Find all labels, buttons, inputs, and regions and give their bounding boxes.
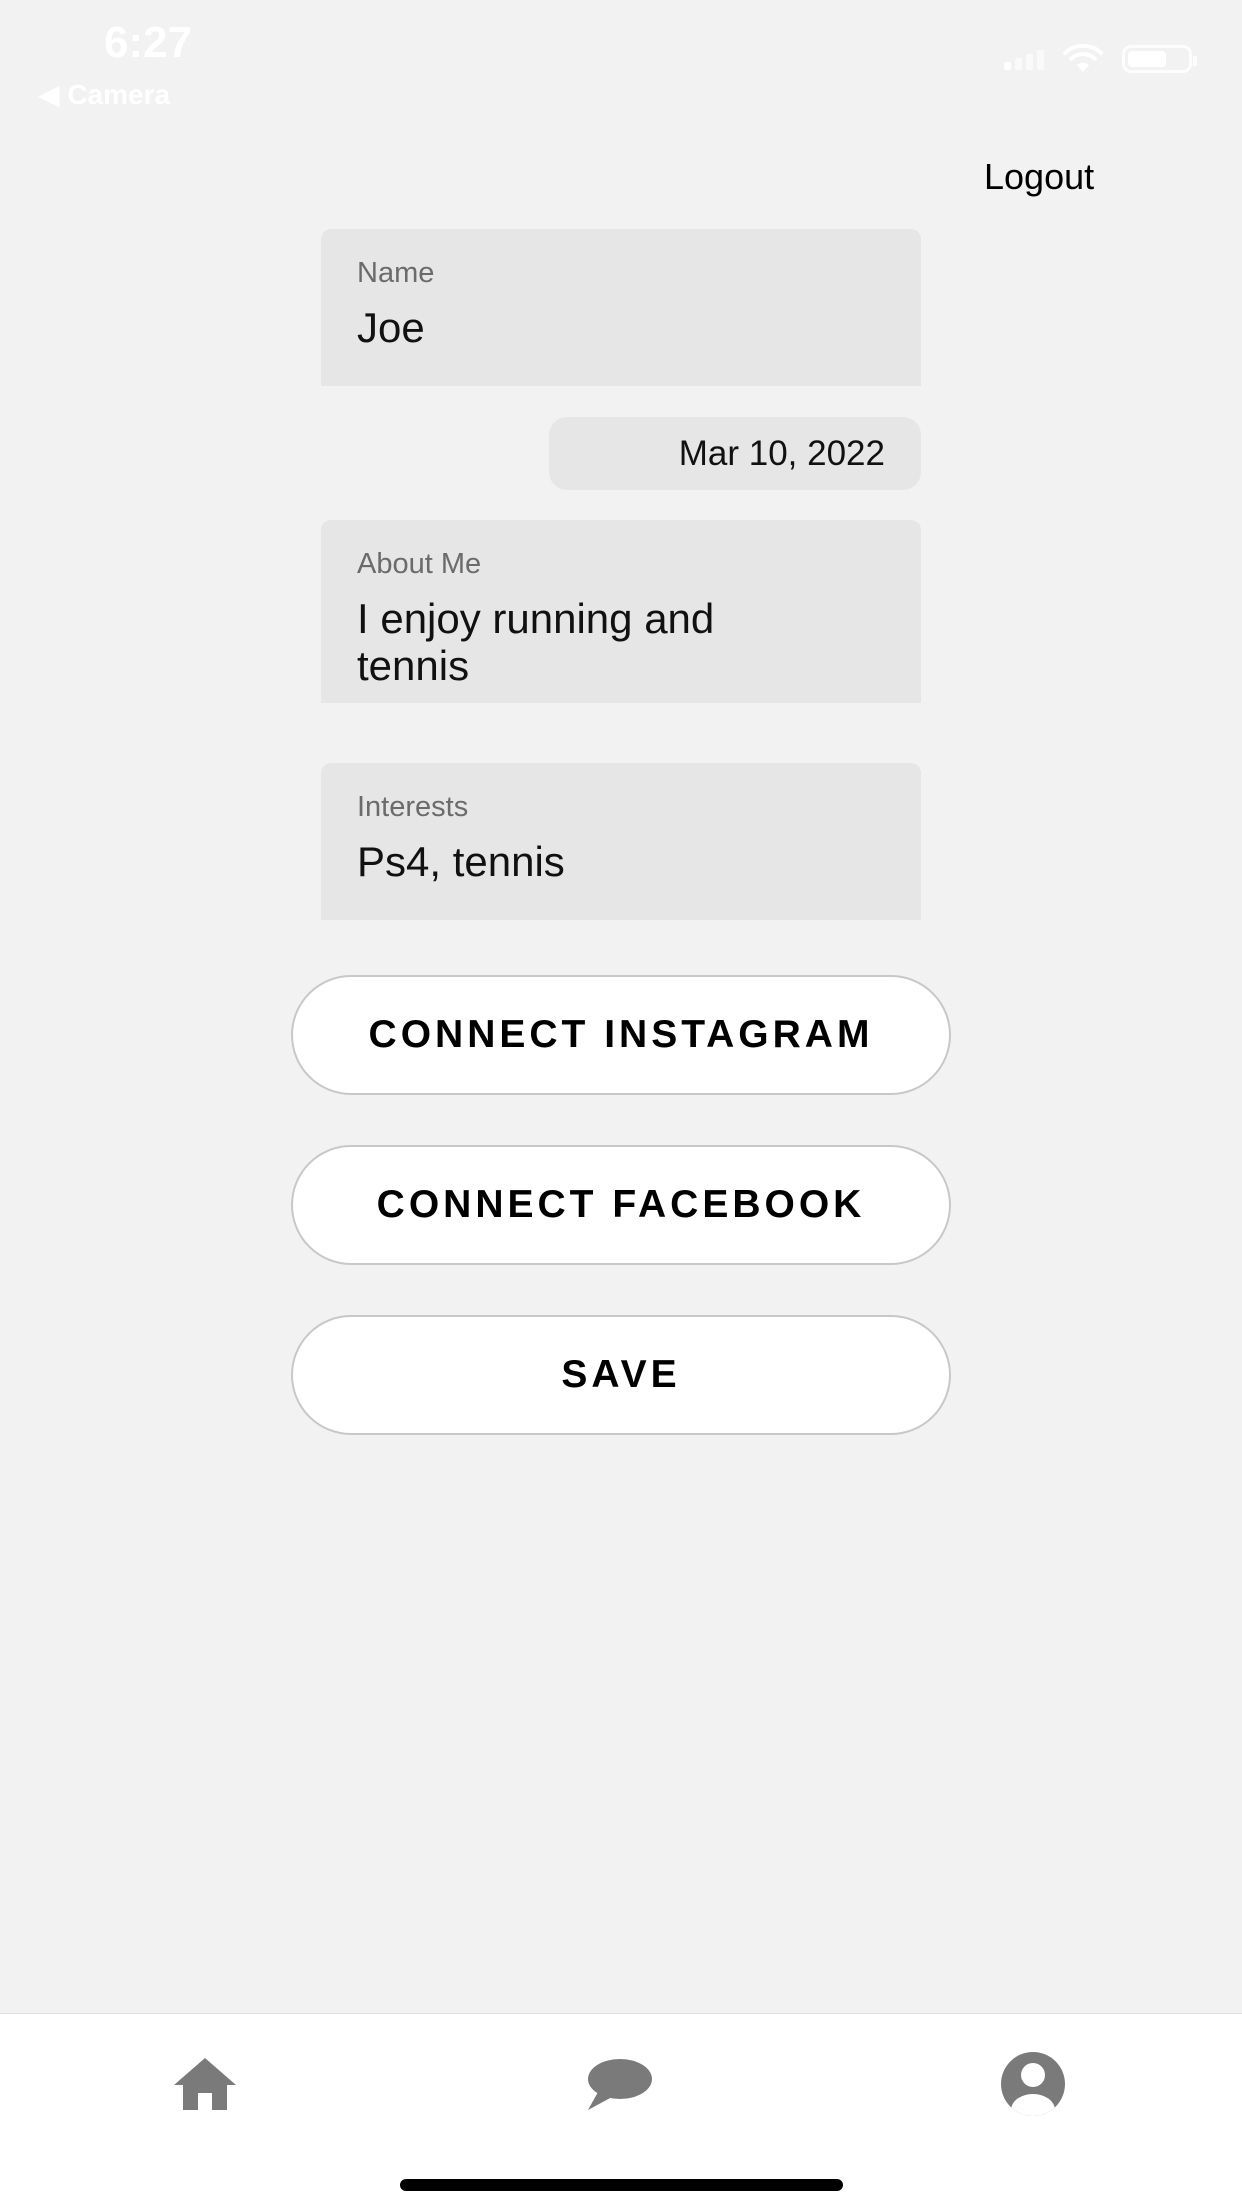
wifi-icon bbox=[1063, 44, 1103, 72]
name-field-value[interactable]: Joe bbox=[357, 304, 885, 351]
about-me-field-value[interactable]: I enjoy running and tennis bbox=[357, 595, 817, 689]
cellular-signal-icon bbox=[1004, 48, 1044, 70]
tab-home[interactable] bbox=[145, 2044, 265, 2124]
back-to-camera-link[interactable]: ◀ Camera bbox=[38, 78, 170, 111]
profile-icon bbox=[1001, 2052, 1065, 2116]
date-picker-value[interactable]: Mar 10, 2022 bbox=[679, 434, 885, 474]
name-field-label: Name bbox=[357, 257, 435, 289]
home-icon bbox=[174, 2058, 236, 2110]
tab-chat[interactable] bbox=[559, 2044, 679, 2124]
chat-icon bbox=[588, 2059, 652, 2110]
status-icons bbox=[1004, 44, 1197, 74]
about-me-field[interactable]: About Me I enjoy running and tennis bbox=[321, 520, 921, 703]
status-time: 6:27 bbox=[104, 18, 193, 67]
connect-instagram-button[interactable]: CONNECT INSTAGRAM bbox=[291, 975, 951, 1095]
interests-field-value[interactable]: Ps4, tennis bbox=[357, 838, 885, 885]
home-indicator bbox=[400, 2179, 843, 2191]
about-me-field-label: About Me bbox=[357, 548, 482, 580]
interests-field-label: Interests bbox=[357, 791, 469, 823]
connect-facebook-button[interactable]: CONNECT FACEBOOK bbox=[291, 1145, 951, 1265]
battery-icon bbox=[1122, 45, 1197, 73]
tab-bar bbox=[0, 2013, 1242, 2209]
name-field[interactable]: Name Joe bbox=[321, 229, 921, 386]
date-picker[interactable]: Mar 10, 2022 bbox=[549, 417, 921, 490]
status-bar: 6:27 ◀ Camera bbox=[0, 0, 1242, 120]
logout-link[interactable]: Logout bbox=[984, 156, 1094, 198]
interests-field[interactable]: Interests Ps4, tennis bbox=[321, 763, 921, 920]
tab-profile[interactable] bbox=[973, 2044, 1093, 2124]
save-button[interactable]: SAVE bbox=[291, 1315, 951, 1435]
